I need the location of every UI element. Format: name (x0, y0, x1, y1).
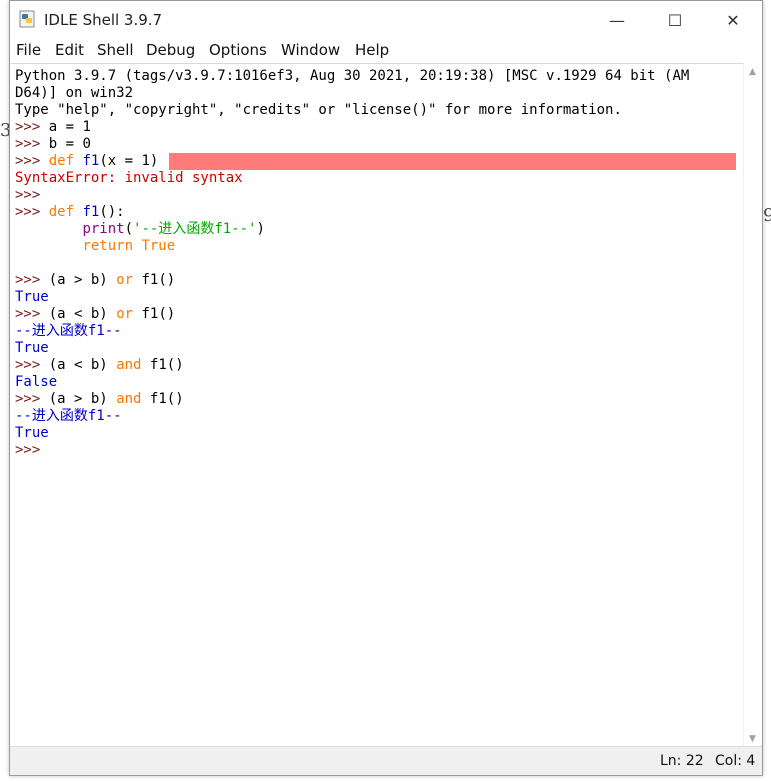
menu-help[interactable]: Help (355, 41, 389, 59)
keyword: or (116, 272, 134, 288)
output-line: True (15, 289, 49, 305)
close-button[interactable]: ✕ (704, 1, 762, 39)
string-literal: '--进入函数f1--' (133, 221, 257, 237)
shell-text-area[interactable]: Python 3.9.7 (tags/v3.9.7:1016ef3, Aug 3… (11, 63, 745, 748)
banner-line: D64)] on win32 (15, 85, 134, 101)
output-line: False (15, 374, 58, 390)
code: (a > b) (48, 391, 108, 407)
code: (): (99, 204, 125, 220)
shell-prompt: >>> (15, 272, 41, 288)
input-line: >>> (15, 187, 40, 204)
builtin-print: print (82, 221, 125, 237)
keyword: True (141, 238, 176, 254)
code: f1() (149, 391, 184, 407)
code: (a < b) (48, 357, 108, 373)
input-line: >>> def f1(): (15, 204, 125, 221)
maximize-icon: ☐ (667, 10, 683, 30)
code: a = 1 (48, 119, 91, 135)
shell-prompt: >>> (15, 391, 41, 407)
maximize-button[interactable]: ☐ (646, 1, 704, 39)
banner-line: Type "help", "copyright", "credits" or "… (15, 102, 622, 118)
input-line: >>> (a > b) or f1() (15, 272, 175, 289)
menu-file[interactable]: File (16, 41, 41, 59)
minimize-icon: — (609, 10, 625, 30)
shell-prompt: >>> (15, 136, 41, 152)
menu-shell[interactable]: Shell (97, 41, 134, 59)
window-title: IDLE Shell 3.9.7 (44, 11, 163, 29)
title-bar: IDLE Shell 3.9.7 — ☐ ✕ (10, 1, 762, 39)
function-name: f1 (82, 153, 100, 169)
idle-shell-window: IDLE Shell 3.9.7 — ☐ ✕ File Edit Shell D… (9, 0, 763, 776)
keyword: def (48, 204, 75, 220)
syntax-error-highlight (169, 153, 736, 170)
code: (a > b) (48, 272, 108, 288)
background-window-fragment: 9 (763, 205, 771, 226)
input-line: >>> a = 1 (15, 119, 91, 136)
shell-prompt: >>> (15, 442, 41, 458)
menu-debug[interactable]: Debug (146, 41, 195, 59)
keyword: and (116, 391, 142, 407)
input-line: >>> (a > b) and f1() (15, 391, 184, 408)
code-line: return True (15, 238, 175, 255)
output-line: --进入函数f1-- (15, 408, 122, 424)
shell-prompt: >>> (15, 153, 41, 169)
input-line: >>> (a < b) or f1() (15, 306, 175, 323)
python-idle-icon (19, 10, 35, 28)
vertical-scrollbar[interactable]: ▲ ▼ (743, 63, 761, 747)
input-line: >>> b = 0 (15, 136, 91, 153)
line-number: Ln: 22 (660, 753, 704, 769)
error-output: SyntaxError: invalid syntax (15, 170, 243, 186)
menu-options[interactable]: Options (209, 41, 267, 59)
code-line: print('--进入函数f1--') (15, 221, 265, 238)
input-line: >>> def f1(x = 1) (15, 153, 158, 170)
menu-window[interactable]: Window (281, 41, 340, 59)
menu-edit[interactable]: Edit (55, 41, 84, 59)
shell-prompt: >>> (15, 119, 41, 135)
shell-prompt: >>> (15, 187, 41, 203)
code: ) (256, 221, 265, 237)
code: f1() (141, 272, 176, 288)
shell-prompt: >>> (15, 204, 41, 220)
shell-prompt: >>> (15, 306, 41, 322)
keyword: def (48, 153, 75, 169)
code: (a < b) (48, 306, 108, 322)
keyword: return (82, 238, 134, 254)
input-line: >>> (a < b) and f1() (15, 357, 184, 374)
code: b = 0 (48, 136, 91, 152)
banner-line: Python 3.9.7 (tags/v3.9.7:1016ef3, Aug 3… (15, 68, 690, 84)
status-bar: Ln: 22 Col: 4 (10, 746, 762, 775)
keyword: or (116, 306, 134, 322)
scroll-up-icon[interactable]: ▲ (744, 63, 761, 80)
minimize-button[interactable]: — (588, 1, 646, 39)
output-line: --进入函数f1-- (15, 323, 122, 339)
output-line: True (15, 340, 49, 356)
column-number: Col: 4 (715, 753, 756, 769)
keyword: and (116, 357, 142, 373)
code: f1() (149, 357, 184, 373)
code: f1() (141, 306, 176, 322)
menu-bar: File Edit Shell Debug Options Window Hel… (10, 39, 762, 63)
code: ( (124, 221, 134, 237)
scroll-down-icon[interactable]: ▼ (744, 730, 761, 747)
output-line: True (15, 425, 49, 441)
function-name: f1 (82, 204, 100, 220)
input-line: >>> (15, 442, 40, 459)
code: (x = 1) (99, 153, 159, 169)
close-icon: ✕ (726, 10, 740, 30)
shell-prompt: >>> (15, 357, 41, 373)
